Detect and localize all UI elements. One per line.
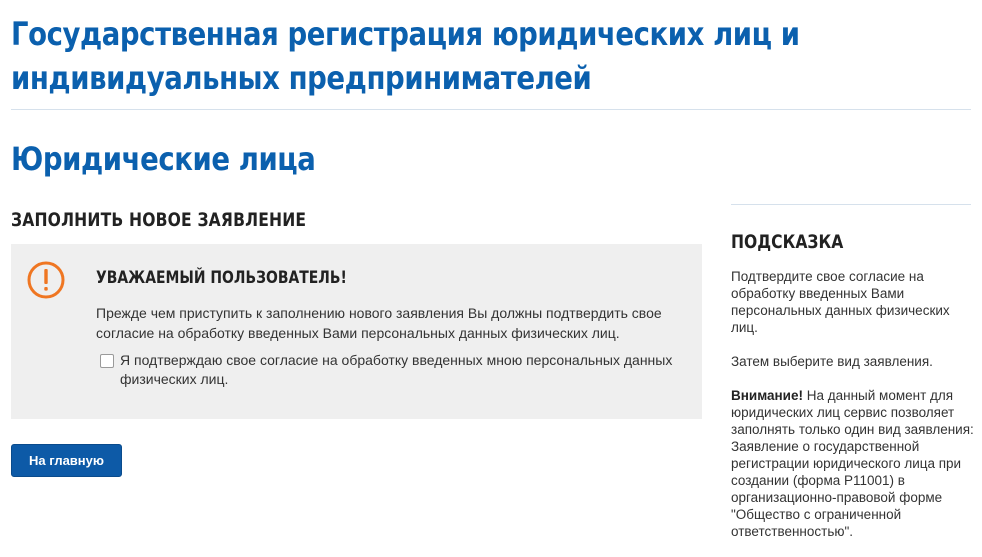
form-heading: ЗАПОЛНИТЬ НОВОЕ ЗАЯВЛЕНИЕ — [11, 209, 307, 231]
page-title-line2: индивидуальных предпринимателей — [11, 59, 592, 97]
notice-title: УВАЖАЕМЫЙ ПОЛЬЗОВАТЕЛЬ! — [96, 268, 347, 288]
exclamation-circle-icon — [27, 261, 65, 299]
home-button[interactable]: На главную — [11, 444, 122, 477]
page-title: Государственная регистрация юридических … — [11, 12, 800, 100]
hint-paragraph-3: Внимание! На данный момент для юридическ… — [731, 387, 976, 540]
notice-text: Прежде чем приступить к заполнению новог… — [96, 305, 662, 341]
hint-attention-label: Внимание! — [731, 388, 803, 403]
sidebar-divider — [731, 204, 971, 205]
hint-title: ПОДСКАЗКА — [731, 231, 844, 253]
consent-checkbox[interactable] — [100, 354, 114, 368]
consent-notice-panel: УВАЖАЕМЫЙ ПОЛЬЗОВАТЕЛЬ! Прежде чем прист… — [11, 244, 702, 419]
hint-paragraph-2: Затем выберите вид заявления. — [731, 354, 933, 369]
hint-attention-text: На данный момент для юридических лиц сер… — [731, 388, 974, 539]
hint-panel: Подтвердите свое согласие на обработку в… — [731, 268, 976, 557]
page-title-line1: Государственная регистрация юридических … — [11, 15, 800, 53]
hint-paragraph-1: Подтвердите свое согласие на обработку в… — [731, 269, 950, 335]
title-divider — [11, 109, 971, 110]
consent-label[interactable]: Я подтверждаю свое согласие на обработку… — [120, 351, 690, 389]
section-title: Юридические лица — [11, 140, 316, 178]
